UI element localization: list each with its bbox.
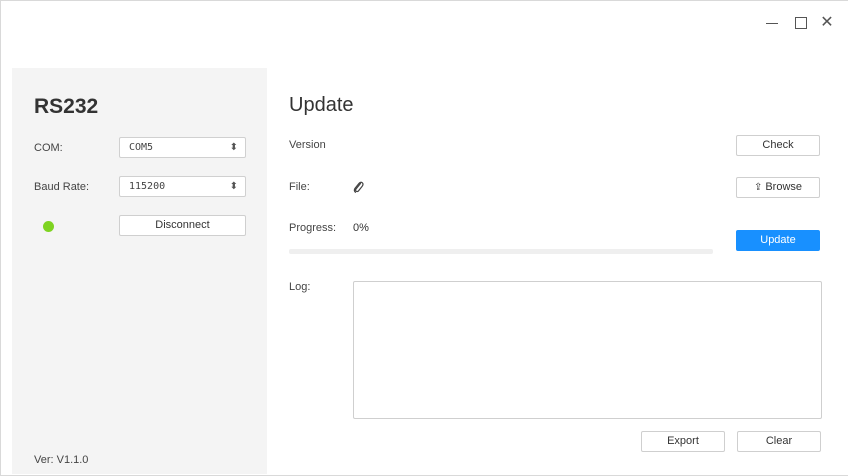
com-label: COM: — [34, 142, 63, 154]
file-label: File: — [289, 181, 310, 193]
log-output[interactable] — [353, 281, 822, 419]
baud-rate-select-value: 115200 — [129, 181, 166, 192]
disconnect-button[interactable]: Disconnect — [119, 215, 246, 236]
browse-button[interactable]: ⇪ Browse — [736, 177, 820, 198]
maximize-icon[interactable] — [793, 15, 809, 31]
connection-panel: RS232 COM: COM5 ⬍ Baud Rate: 115200 ⬍ Di… — [12, 68, 267, 474]
clear-button[interactable]: Clear — [737, 431, 821, 452]
com-select-value: COM5 — [129, 142, 154, 153]
upload-icon: ⇪ — [753, 182, 763, 193]
log-label: Log: — [289, 281, 311, 293]
panel-title: RS232 — [34, 95, 99, 118]
export-button[interactable]: Export — [641, 431, 725, 452]
connection-status-indicator — [43, 221, 54, 232]
close-icon[interactable]: ✕ — [819, 15, 835, 31]
update-title: Update — [289, 94, 354, 116]
baud-rate-select[interactable]: 115200 ⬍ — [119, 176, 246, 197]
paperclip-icon[interactable] — [352, 180, 364, 194]
update-button[interactable]: Update — [736, 230, 820, 251]
baud-rate-label: Baud Rate: — [34, 181, 90, 193]
progress-bar — [289, 249, 713, 254]
app-window: ✕ RS232 COM: COM5 ⬍ Baud Rate: 115200 ⬍ … — [0, 0, 848, 476]
version-label: Version — [289, 139, 326, 151]
com-select[interactable]: COM5 ⬍ — [119, 137, 246, 158]
select-arrows-icon: ⬍ — [229, 142, 238, 153]
minimize-icon[interactable] — [764, 15, 780, 31]
progress-label: Progress: — [289, 222, 337, 234]
app-version: Ver: V1.1.0 — [34, 454, 89, 466]
browse-button-label: Browse — [765, 181, 803, 193]
select-arrows-icon: ⬍ — [229, 181, 238, 192]
check-button[interactable]: Check — [736, 135, 820, 156]
progress-value: 0% — [353, 222, 369, 234]
